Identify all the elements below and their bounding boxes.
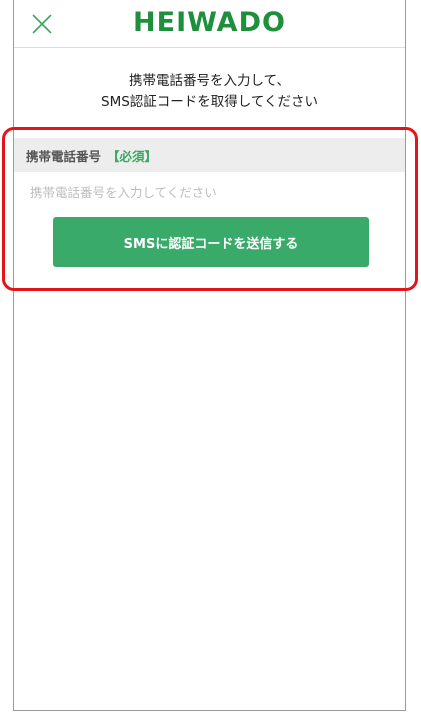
phone-form: 携帯電話番号 【必須】 SMSに認証コードを送信する: [14, 138, 405, 267]
phone-input[interactable]: [14, 172, 374, 212]
instruction-text: 携帯電話番号を入力して、 SMS認証コードを取得してください: [14, 71, 405, 113]
brand-logo: HEIWADO: [133, 7, 286, 38]
app-screen: HEIWADO 携帯電話番号を入力して、 SMS認証コードを取得してください 携…: [13, 0, 406, 711]
instruction-line-1: 携帯電話番号を入力して、: [129, 73, 290, 89]
instruction-line-2: SMS認証コードを取得してください: [101, 94, 318, 110]
header: HEIWADO: [14, 0, 405, 48]
send-sms-button-label: SMSに認証コードを送信する: [123, 236, 299, 252]
send-sms-button[interactable]: SMSに認証コードを送信する: [53, 217, 369, 267]
phone-label: 携帯電話番号: [26, 148, 102, 164]
phone-label-row: 携帯電話番号 【必須】: [14, 138, 405, 172]
required-badge: 【必須】: [107, 148, 158, 164]
